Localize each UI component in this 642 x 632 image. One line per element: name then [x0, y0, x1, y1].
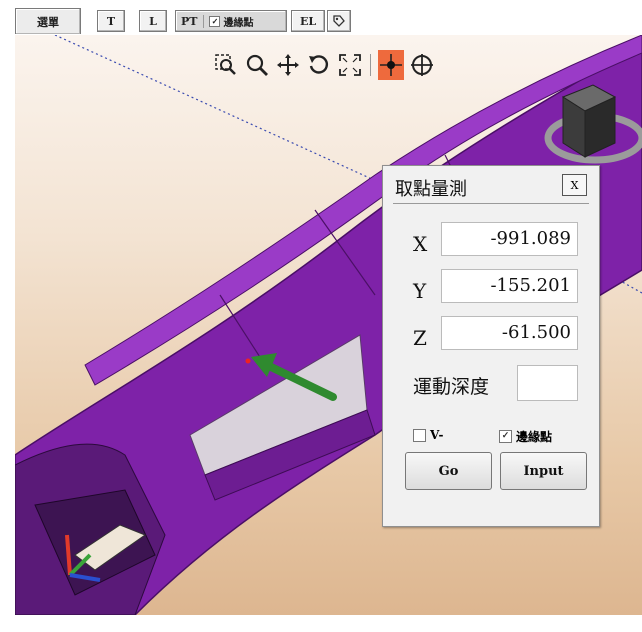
v-minus-label: V-: [430, 428, 444, 442]
v-minus-option[interactable]: V-: [413, 428, 443, 442]
input-button[interactable]: Input: [500, 452, 587, 490]
app-window: 選單 T L PT ✓ 邊緣點 EL 取點量測 X X -991.089 Y -…: [0, 0, 642, 632]
dialog-divider: [393, 203, 589, 204]
close-icon: X: [570, 178, 579, 192]
point-probe-button[interactable]: [378, 50, 404, 80]
fit-view-button[interactable]: [337, 50, 363, 80]
tab-el-label: EL: [299, 14, 317, 28]
point-probe-icon: [380, 54, 402, 76]
tag-icon: [333, 15, 345, 27]
zoom-icon: [246, 54, 268, 76]
tab-tag[interactable]: [327, 10, 351, 32]
point-measure-dialog: 取點量測 X X -991.089 Y -155.201 Z -61.500 運…: [382, 165, 600, 527]
edge-point-checkbox[interactable]: ✓: [209, 15, 221, 27]
zoom-button[interactable]: [244, 50, 270, 80]
crosshair-icon: [411, 54, 433, 76]
tab-strip: 選單 T L PT ✓ 邊緣點 EL: [15, 8, 355, 36]
probe-point-marker: [245, 358, 251, 364]
rotate-icon: [309, 55, 328, 74]
z-label: Z: [413, 326, 427, 350]
y-label: Y: [413, 279, 427, 303]
edge-point-option[interactable]: ✓ 邊緣點: [499, 428, 552, 445]
tab-t[interactable]: T: [97, 10, 125, 32]
tab-pt-label[interactable]: PT: [181, 14, 205, 28]
x-label: X: [413, 232, 428, 256]
y-field[interactable]: -155.201: [441, 269, 578, 303]
crosshair-button[interactable]: [409, 50, 435, 80]
edge-point-dialog-label: 邊緣點: [516, 430, 553, 444]
view-toolbar: [213, 48, 435, 82]
tab-menu[interactable]: 選單: [15, 8, 81, 34]
motion-depth-field[interactable]: [517, 365, 578, 401]
motion-depth-label: 運動深度: [413, 376, 490, 398]
tab-pt-group[interactable]: PT ✓ 邊緣點: [175, 10, 287, 32]
v-minus-checkbox[interactable]: [413, 428, 426, 442]
zoom-window-button[interactable]: [213, 50, 239, 80]
rotate-button[interactable]: [306, 50, 332, 80]
edge-point-dialog-checkbox[interactable]: ✓: [499, 430, 512, 443]
zoom-window-icon: [215, 54, 236, 75]
z-field[interactable]: -61.500: [441, 316, 578, 350]
x-field[interactable]: -991.089: [441, 222, 578, 256]
tab-el[interactable]: EL: [291, 10, 325, 32]
tab-edge-point-label: 邊緣點: [223, 17, 254, 29]
tab-l[interactable]: L: [139, 10, 167, 32]
close-button[interactable]: X: [562, 174, 587, 196]
go-button[interactable]: Go: [405, 452, 492, 490]
toolbar-separator: [370, 54, 371, 76]
tab-menu-label: 選單: [37, 15, 59, 29]
fit-view-icon: [339, 54, 361, 76]
dialog-title: 取點量測: [395, 179, 467, 200]
tab-t-label: T: [106, 14, 116, 28]
tab-l-label: L: [149, 14, 157, 28]
pan-icon: [277, 54, 299, 76]
pan-button[interactable]: [275, 50, 301, 80]
